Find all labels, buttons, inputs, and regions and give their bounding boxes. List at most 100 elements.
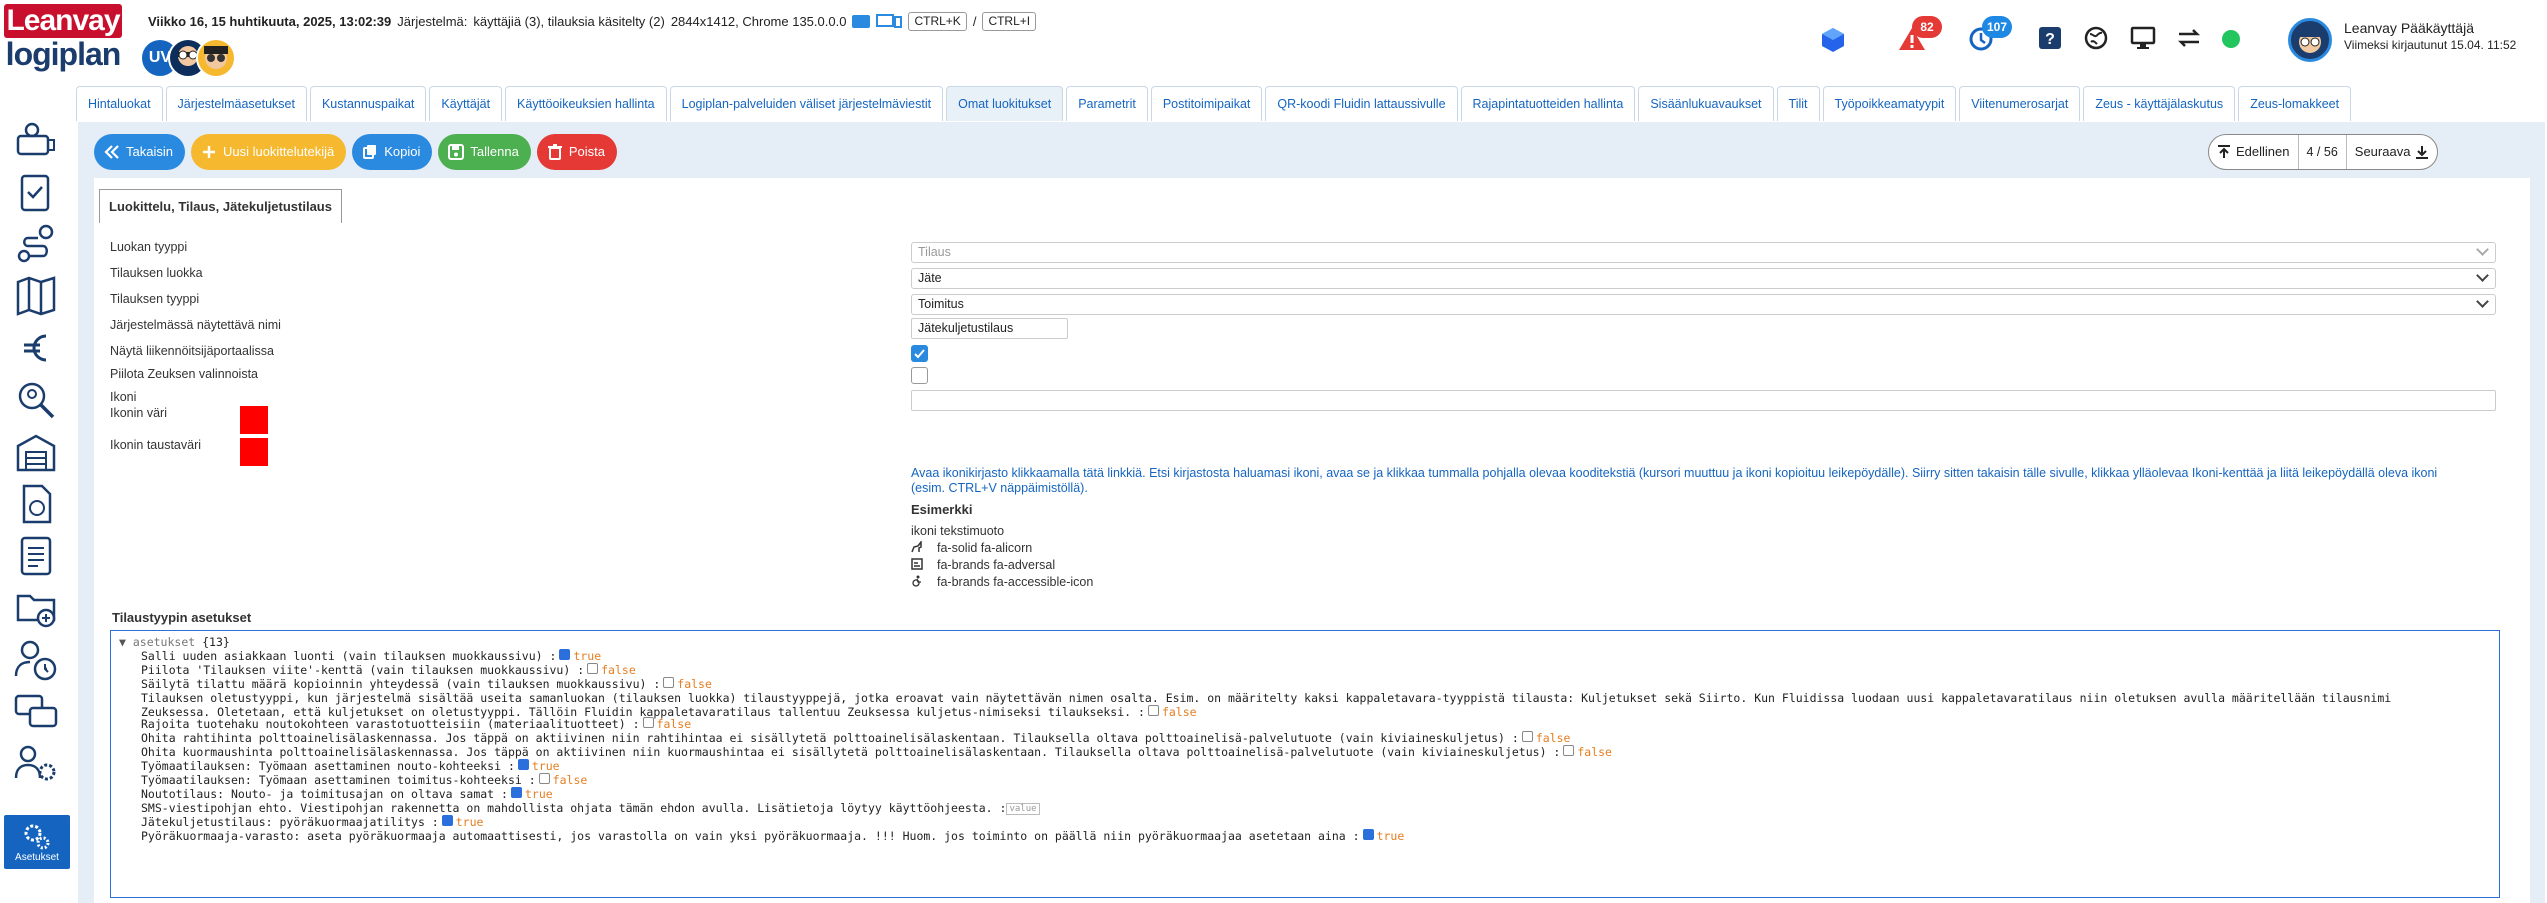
user-avatar-3[interactable] [196,38,236,78]
sidebar-item-user-settings[interactable] [10,741,62,787]
sidebar-item-driver[interactable] [10,117,62,163]
sidebar-item-user-time[interactable] [10,637,62,683]
shortcut-search[interactable]: CTRL+K [908,12,967,31]
order-class-select[interactable]: Jäte [911,268,2496,289]
sidebar-item-warehouse[interactable] [10,429,62,475]
setting-checkbox[interactable] [642,717,654,728]
switch-icon[interactable] [2176,26,2202,52]
logo[interactable]: Leanvay logiplan [4,4,122,70]
updates-count: 107 [1982,16,2012,38]
shortcut-info[interactable]: CTRL+I [982,12,1037,31]
save-button[interactable]: Tallenna [438,134,531,170]
sidebar-item-documents[interactable] [10,533,62,579]
sidebar-item-routes[interactable] [10,221,62,267]
delete-label: Poista [568,144,605,159]
tab-kayttooikeuksien-hallinta[interactable]: Käyttöoikeuksien hallinta [505,86,667,121]
show-portal-checkbox[interactable] [911,345,928,362]
chevron-down-icon [2476,243,2489,256]
tab-jarjestelmaviestit[interactable]: Logiplan-palveluiden väliset järjestelmä… [669,86,944,121]
hide-zeus-checkbox[interactable] [911,367,928,384]
new-classifier-button[interactable]: Uusi luokittelutekijä [190,134,347,170]
order-type-select[interactable]: Toimitus [911,294,2496,315]
display-icon[interactable] [2130,26,2156,52]
sidebar-item-locate[interactable] [10,377,62,423]
setting-value-input[interactable]: value [1006,803,1040,815]
sidebar: Asetukset [0,75,74,903]
tab-postitoimipaikat[interactable]: Postitoimipaikat [1150,86,1263,121]
tab-zeus-lomakkeet[interactable]: Zeus-lomakkeet [2238,86,2352,121]
monitor-icon[interactable] [876,13,903,30]
tab-tyopoikkeamatyypit[interactable]: Työpoikkeamatyypit [1822,86,1957,121]
icon-library-link[interactable]: Avaa ikonikirjasto klikkaamalla tätä lin… [911,466,2451,496]
tab-zeus-kayttajalaskutus[interactable]: Zeus - käyttäjälaskutus [2083,86,2236,121]
image-icon[interactable] [852,15,871,28]
tab-tilit[interactable]: Tilit [1776,86,1820,121]
setting-checkbox[interactable] [1563,745,1575,756]
setting-checkbox[interactable] [1147,705,1159,716]
example-text: fa-brands fa-adversal [937,558,1056,572]
cube-icon[interactable] [1820,26,1846,52]
save-icon [448,144,465,160]
clipboard-check-icon [20,174,50,212]
order-class-label: Tilauksen luokka [110,266,203,280]
delete-button[interactable]: Poista [536,134,617,170]
user-info[interactable]: Leanvay Pääkäyttäjä Viimeksi kirjautunut… [2288,16,2538,66]
alert-icon[interactable]: 82 [1898,16,1942,52]
tab-viitenumerosarjat[interactable]: Viitenumerosarjat [1959,86,2081,121]
setting-checkbox[interactable] [538,773,550,784]
setting-checkbox[interactable] [517,759,529,770]
sidebar-item-map[interactable] [10,273,62,319]
example-item: fa-brands fa-adversal [911,558,1055,572]
help-icon[interactable]: ? [2038,26,2064,52]
user-avatar[interactable] [2288,18,2332,62]
json-colon: : [521,773,536,787]
setting-checkbox[interactable] [587,663,599,674]
sidebar-item-settings[interactable]: Asetukset [4,815,70,869]
tab-jarjestelmaasetukset[interactable]: Järjestelmäasetukset [165,86,307,121]
icon-bg-swatch[interactable] [240,438,268,466]
previous-button[interactable]: Edellinen [2209,135,2297,169]
setting-description: Noutotilaus: Nouto- ja toimitusajan on o… [141,787,495,801]
icon-color-swatch[interactable] [240,406,268,434]
updates-icon[interactable]: 107 [1968,16,2012,52]
icon-input[interactable] [911,390,2496,411]
copy-button[interactable]: Kopioi [352,134,433,170]
setting-checkbox[interactable] [663,677,675,688]
settings-json-editor[interactable]: ▼ asetukset {13} Salli uuden asiakkaan l… [110,630,2500,898]
setting-checkbox[interactable] [1362,829,1374,840]
resolution-info: 2844x1412, Chrome 135.0.0.0 [670,14,847,29]
setting-value: true [455,815,484,829]
next-button[interactable]: Seuraava [2347,135,2438,169]
sidebar-item-messages[interactable] [10,689,62,735]
svg-text:?: ? [2045,31,2055,48]
sidebar-item-new-folder[interactable] [10,585,62,631]
sidebar-item-invoices[interactable] [10,481,62,527]
setting-checkbox[interactable] [559,649,571,660]
tab-sisaanlukuavaukset[interactable]: Sisäänlukuavaukset [1638,86,1774,121]
system-value: käyttäjiä (3), tilauksia käsitelty (2) [473,14,665,29]
show-portal-label: Näytä liikennöitsijäportaalissa [110,344,274,358]
setting-checkbox[interactable] [1521,731,1533,742]
setting-description: Piilota 'Tilauksen viite'-kenttä (vain t… [141,663,571,677]
setting-value: false [656,717,692,731]
tab-omat-luokitukset[interactable]: Omat luokitukset [946,86,1064,121]
tab-kustannuspaikat[interactable]: Kustannuspaikat [309,86,427,121]
setting-checkbox[interactable] [510,787,522,798]
setting-checkbox[interactable] [441,815,453,826]
tab-hintaluokat[interactable]: Hintaluokat [76,86,163,121]
back-button[interactable]: Takaisin [94,134,185,170]
tab-kayttajat[interactable]: Käyttäjät [429,86,503,121]
sidebar-item-pricing[interactable] [10,325,62,371]
display-name-input[interactable]: Jätekuljetustilaus [911,318,1068,339]
tab-parametrit[interactable]: Parametrit [1066,86,1148,121]
tab-rajapintatuotteet[interactable]: Rajapintatuotteiden hallinta [1460,86,1636,121]
json-root-node[interactable]: ▼ asetukset {13} [119,635,230,649]
order-type-label: Tilauksen tyyppi [110,292,200,306]
sidebar-item-tasks[interactable] [10,169,62,215]
json-setting-row: Salli uuden asiakkaan luonti (vain tilau… [141,649,601,663]
tab-qr-koodi[interactable]: QR-koodi Fluidin lattaussivulle [1265,86,1458,121]
panel-title-tab[interactable]: Luokittelu, Tilaus, Jätekuljetustilaus [99,189,342,223]
json-setting-row: Noutotilaus: Nouto- ja toimitusajan on o… [141,787,553,801]
double-chevron-left-icon [104,145,119,159]
globe-icon[interactable] [2084,26,2110,52]
